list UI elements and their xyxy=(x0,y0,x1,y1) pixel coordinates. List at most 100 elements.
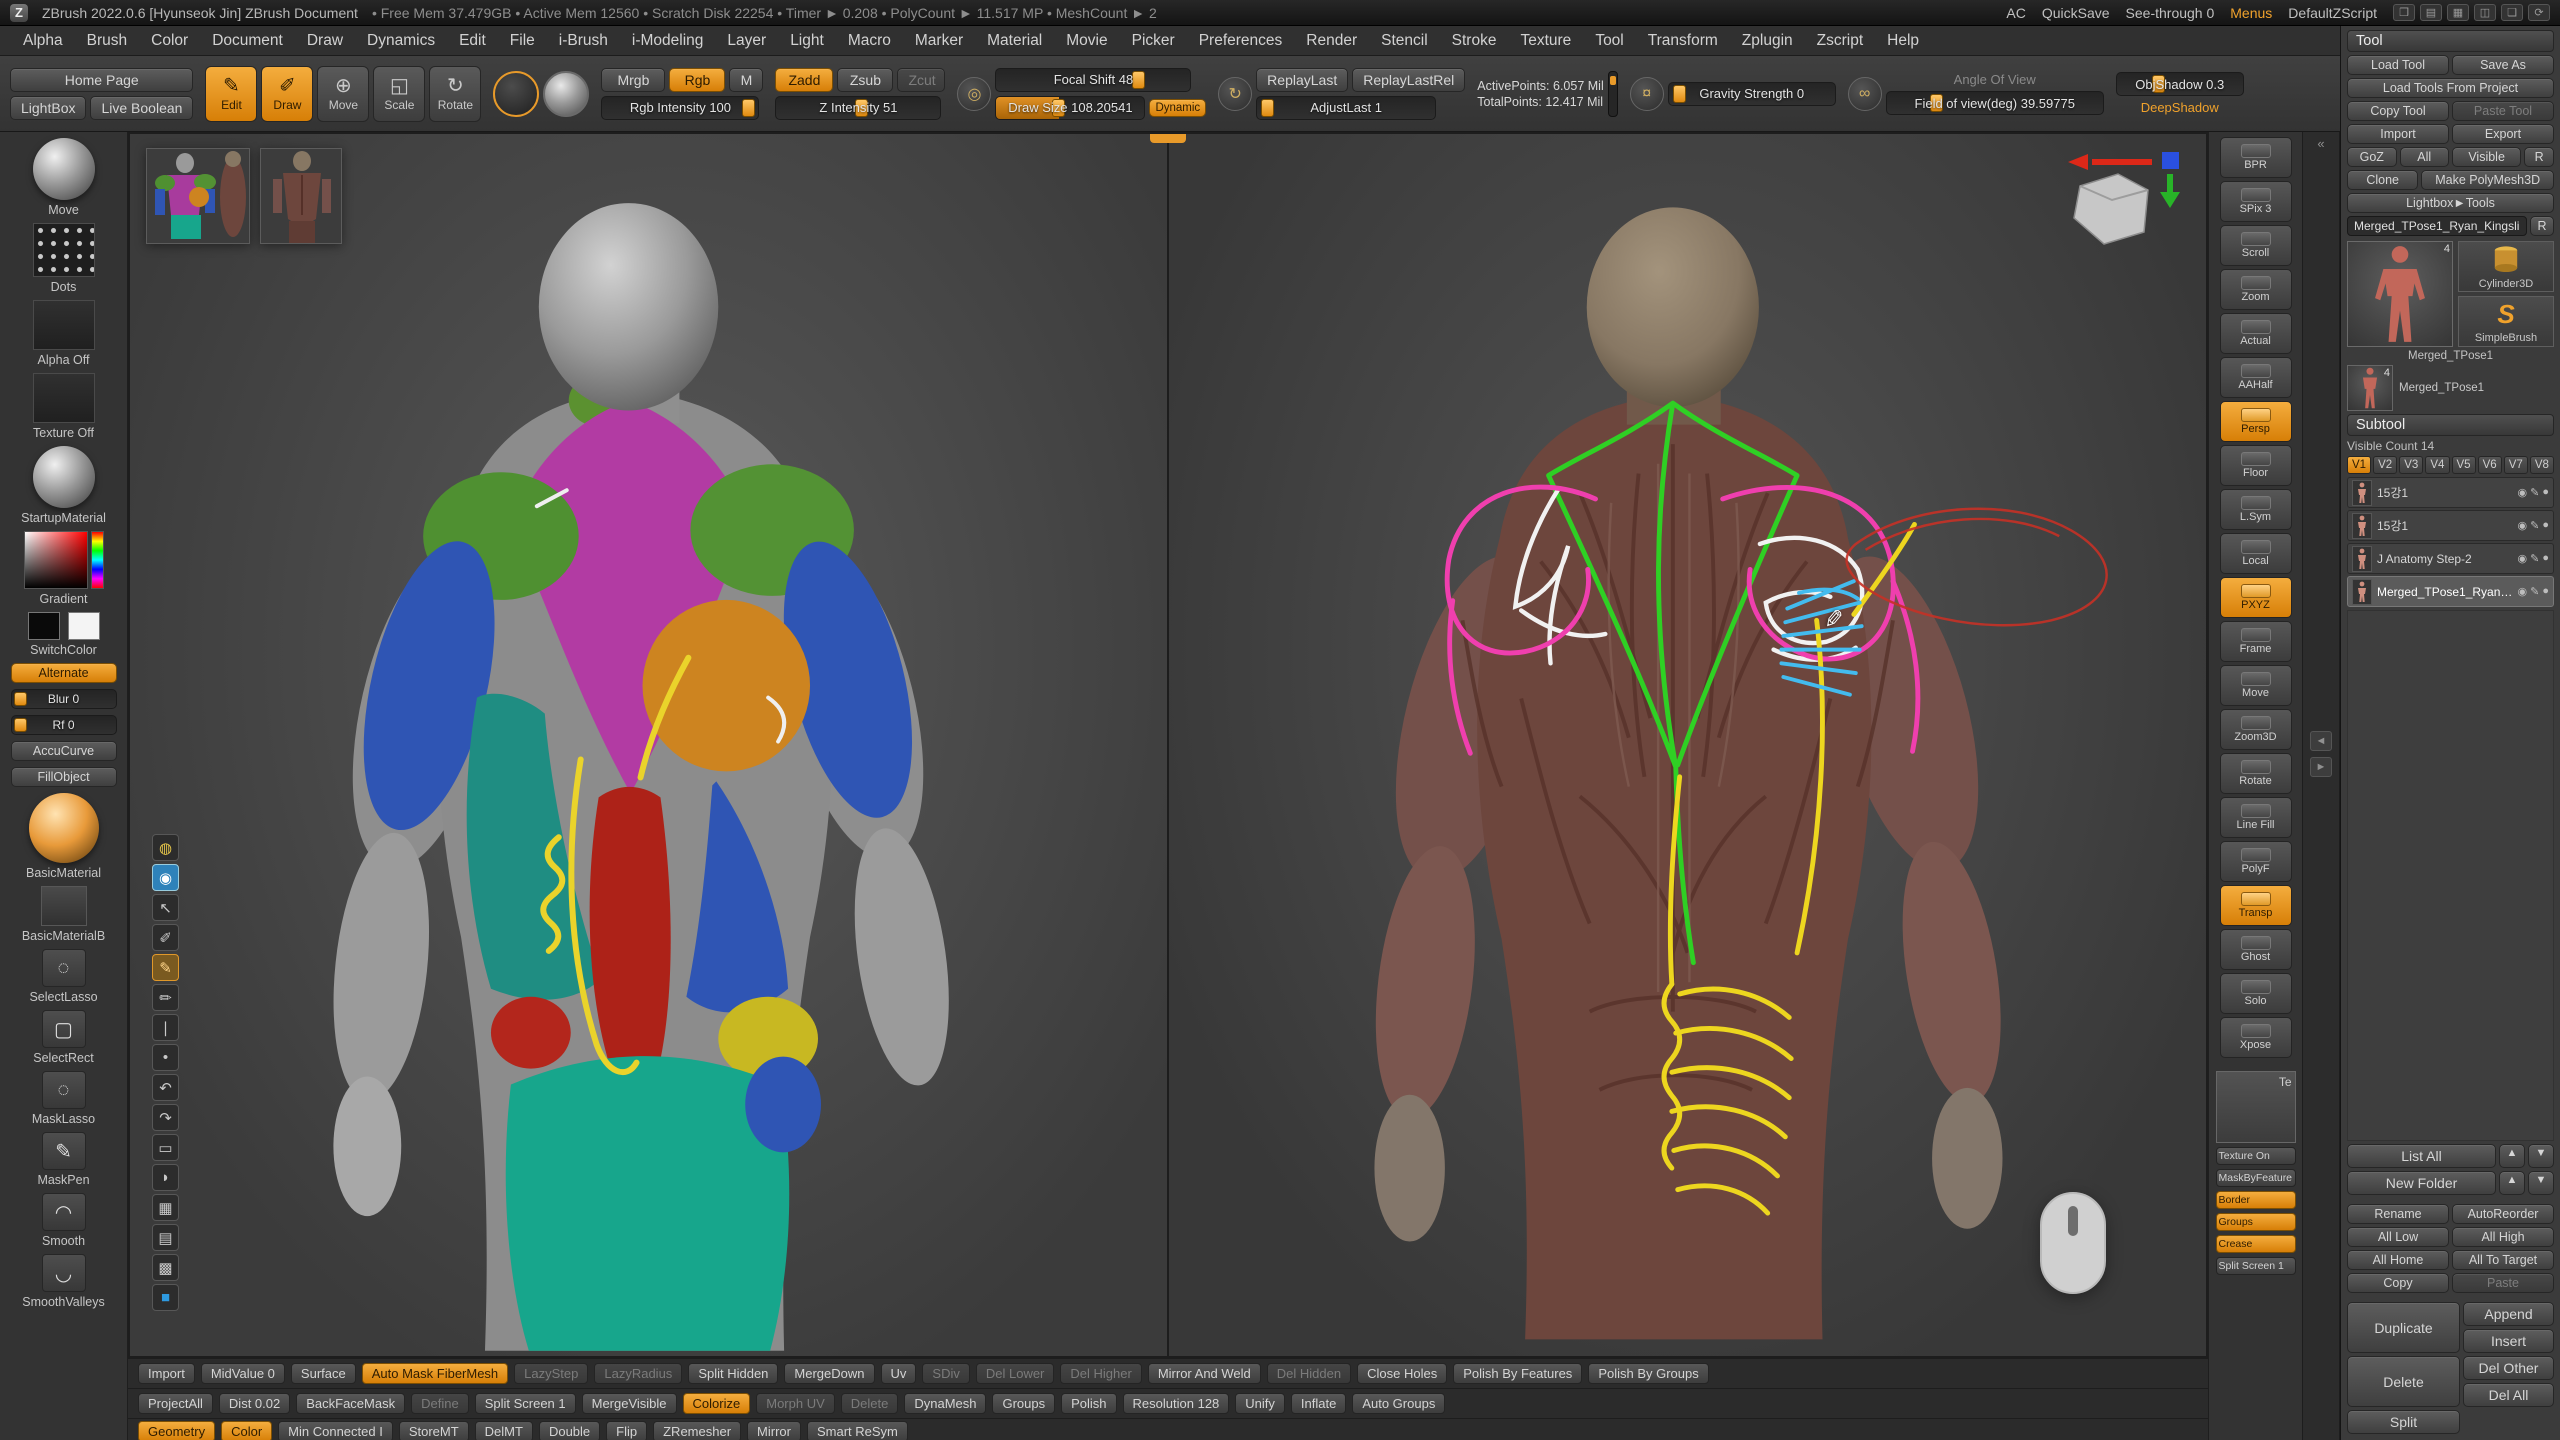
doc-icon[interactable]: ❒ xyxy=(2393,4,2415,21)
rail-frame[interactable]: Frame xyxy=(2220,621,2292,662)
subtool-tab-v4[interactable]: V4 xyxy=(2425,456,2449,474)
current-tool-r-button[interactable]: R xyxy=(2530,216,2554,236)
mask-by-feature-button[interactable]: MaskByFeature xyxy=(2216,1169,2296,1187)
adjustlast-slider[interactable]: AdjustLast 1 xyxy=(1256,96,1436,120)
subtool-item-merged-tpose1-ryan-kingslie[interactable]: Merged_TPose1_Ryan_Kingslie◉✎● xyxy=(2347,576,2554,607)
button-close-holes[interactable]: Close Holes xyxy=(1357,1363,1447,1384)
rail-polyf[interactable]: PolyF xyxy=(2220,841,2292,882)
replaylastrel-button[interactable]: ReplayLastRel xyxy=(1352,68,1465,92)
subtool-tab-v3[interactable]: V3 xyxy=(2399,456,2423,474)
button-all-high[interactable]: All High xyxy=(2452,1227,2554,1247)
button-colorize[interactable]: Colorize xyxy=(683,1393,751,1414)
sphere-icon[interactable]: ● xyxy=(2542,519,2549,532)
rail-move[interactable]: Move xyxy=(2220,665,2292,706)
button-all-to-target[interactable]: All To Target xyxy=(2452,1250,2554,1270)
cursor-icon[interactable]: ↖ xyxy=(152,894,179,921)
recent-tool-thumbnail[interactable]: 4 xyxy=(2347,365,2393,411)
comment-icon[interactable]: ◗ xyxy=(152,1164,179,1191)
paint-icon[interactable]: ✎ xyxy=(2530,486,2539,499)
button-auto-groups[interactable]: Auto Groups xyxy=(1352,1393,1445,1414)
color-picker[interactable] xyxy=(24,531,104,589)
rail-spix-3[interactable]: SPix 3 xyxy=(2220,181,2292,222)
sphere-icon[interactable]: ● xyxy=(2542,585,2549,598)
button-all-home[interactable]: All Home xyxy=(2347,1250,2449,1270)
main-color-swatch[interactable] xyxy=(28,612,60,640)
navigation-cube[interactable] xyxy=(2066,146,2186,266)
default-zscript-button[interactable]: DefaultZScript xyxy=(2288,5,2377,21)
tool-slot-simplebrush[interactable]: S SimpleBrush xyxy=(2458,296,2554,347)
switch-color[interactable] xyxy=(28,612,100,640)
edit-button[interactable]: ✎ Edit xyxy=(205,66,257,122)
subtool-tab-v1[interactable]: V1 xyxy=(2347,456,2371,474)
sv-square[interactable] xyxy=(24,531,88,589)
button-paste-tool[interactable]: Paste Tool xyxy=(2452,101,2554,121)
zcut-button[interactable]: Zcut xyxy=(897,68,945,92)
button-split-screen-1[interactable]: Split Screen 1 xyxy=(475,1393,576,1414)
menu-texture[interactable]: Texture xyxy=(1509,29,1582,53)
menu-i-modeling[interactable]: i-Modeling xyxy=(621,29,715,53)
pen-off-icon[interactable]: ✐ xyxy=(152,924,179,951)
thumbnail-polypaint[interactable] xyxy=(146,148,250,244)
image-icon[interactable]: ▦ xyxy=(152,1194,179,1221)
rail-transp[interactable]: Transp xyxy=(2220,885,2292,926)
button-copy[interactable]: Copy xyxy=(2347,1273,2449,1293)
menu-zplugin[interactable]: Zplugin xyxy=(1731,29,1804,53)
rail-scroll[interactable]: Scroll xyxy=(2220,225,2292,266)
gravity-strength-slider[interactable]: Gravity Strength 0 xyxy=(1668,82,1836,106)
canvas-pane-left[interactable] xyxy=(130,134,1167,1356)
button-storemt[interactable]: StoreMT xyxy=(399,1421,469,1440)
tool-slot-cylinder3d[interactable]: Cylinder3D xyxy=(2458,241,2554,292)
slider-handle[interactable] xyxy=(1261,99,1274,117)
tray-move[interactable]: Move xyxy=(0,138,127,217)
menu-layer[interactable]: Layer xyxy=(716,29,777,53)
eye-icon[interactable]: ◉ xyxy=(152,864,179,891)
menu-preferences[interactable]: Preferences xyxy=(1188,29,1294,53)
button-paste[interactable]: Paste xyxy=(2452,1273,2554,1293)
paint-icon[interactable]: ✎ xyxy=(2530,519,2539,532)
columns-icon[interactable]: ◫ xyxy=(2474,4,2496,21)
button-append[interactable]: Append xyxy=(2463,1302,2554,1326)
mrgb-button[interactable]: Mrgb xyxy=(601,68,665,92)
eye-icon[interactable]: ◉ xyxy=(2518,486,2528,499)
subtool-tab-v5[interactable]: V5 xyxy=(2452,456,2476,474)
button-import[interactable]: Import xyxy=(2347,124,2449,144)
button-load-tools-from-project[interactable]: Load Tools From Project xyxy=(2347,78,2554,98)
button-visible[interactable]: Visible xyxy=(2452,147,2521,167)
slider-handle[interactable] xyxy=(1132,71,1145,89)
rail-zoom[interactable]: Zoom xyxy=(2220,269,2292,310)
rail-aahalf[interactable]: AAHalf xyxy=(2220,357,2292,398)
menu-movie[interactable]: Movie xyxy=(1055,29,1118,53)
z-intensity-slider[interactable]: Z Intensity 51 xyxy=(775,96,941,120)
shelf-vertical-slider[interactable] xyxy=(1608,71,1618,117)
canvas-grip[interactable] xyxy=(1150,134,1186,143)
menu-brush[interactable]: Brush xyxy=(76,29,139,53)
button-make-polymesh3d[interactable]: Make PolyMesh3D xyxy=(2421,170,2554,190)
pen-icon[interactable]: ✎ xyxy=(152,954,179,981)
dynamic-button[interactable]: Dynamic xyxy=(1149,99,1206,117)
button-import[interactable]: Import xyxy=(138,1363,195,1384)
window-icon[interactable]: ❏ xyxy=(2501,4,2523,21)
subtool-header[interactable]: Subtool xyxy=(2347,414,2554,436)
current-tool-name[interactable]: Merged_TPose1_Ryan_Kingsli xyxy=(2347,216,2527,236)
button-morph-uv[interactable]: Morph UV xyxy=(756,1393,835,1414)
crease-button[interactable]: Crease xyxy=(2216,1235,2296,1253)
focal-shift-slider[interactable]: Focal Shift 48 xyxy=(995,68,1191,92)
tray-maskpen[interactable]: ✎MaskPen xyxy=(0,1132,127,1187)
button-groups[interactable]: Groups xyxy=(992,1393,1055,1414)
menu-material[interactable]: Material xyxy=(976,29,1053,53)
sphere-icon[interactable]: ● xyxy=(2542,552,2549,565)
swatch-icon[interactable]: ■ xyxy=(152,1284,179,1311)
rail-zoom3d[interactable]: Zoom3D xyxy=(2220,709,2292,750)
button-uv[interactable]: Uv xyxy=(881,1363,917,1384)
rail-rotate[interactable]: Rotate xyxy=(2220,753,2292,794)
monitor-icon[interactable]: ▤ xyxy=(2420,4,2442,21)
dock-divider[interactable]: « ◄ ► xyxy=(2302,132,2340,1440)
tray-dots[interactable]: Dots xyxy=(0,223,127,294)
subtool-tab-v6[interactable]: V6 xyxy=(2478,456,2502,474)
fov-slider[interactable]: Field of view(deg) 39.59775 xyxy=(1886,91,2104,115)
eye-icon[interactable]: ◉ xyxy=(2518,519,2528,532)
slider-blur-0[interactable]: Blur 0 xyxy=(11,689,117,709)
menu-macro[interactable]: Macro xyxy=(837,29,902,53)
move-button[interactable]: ⊕ Move xyxy=(317,66,369,122)
note-icon[interactable]: ▤ xyxy=(152,1224,179,1251)
